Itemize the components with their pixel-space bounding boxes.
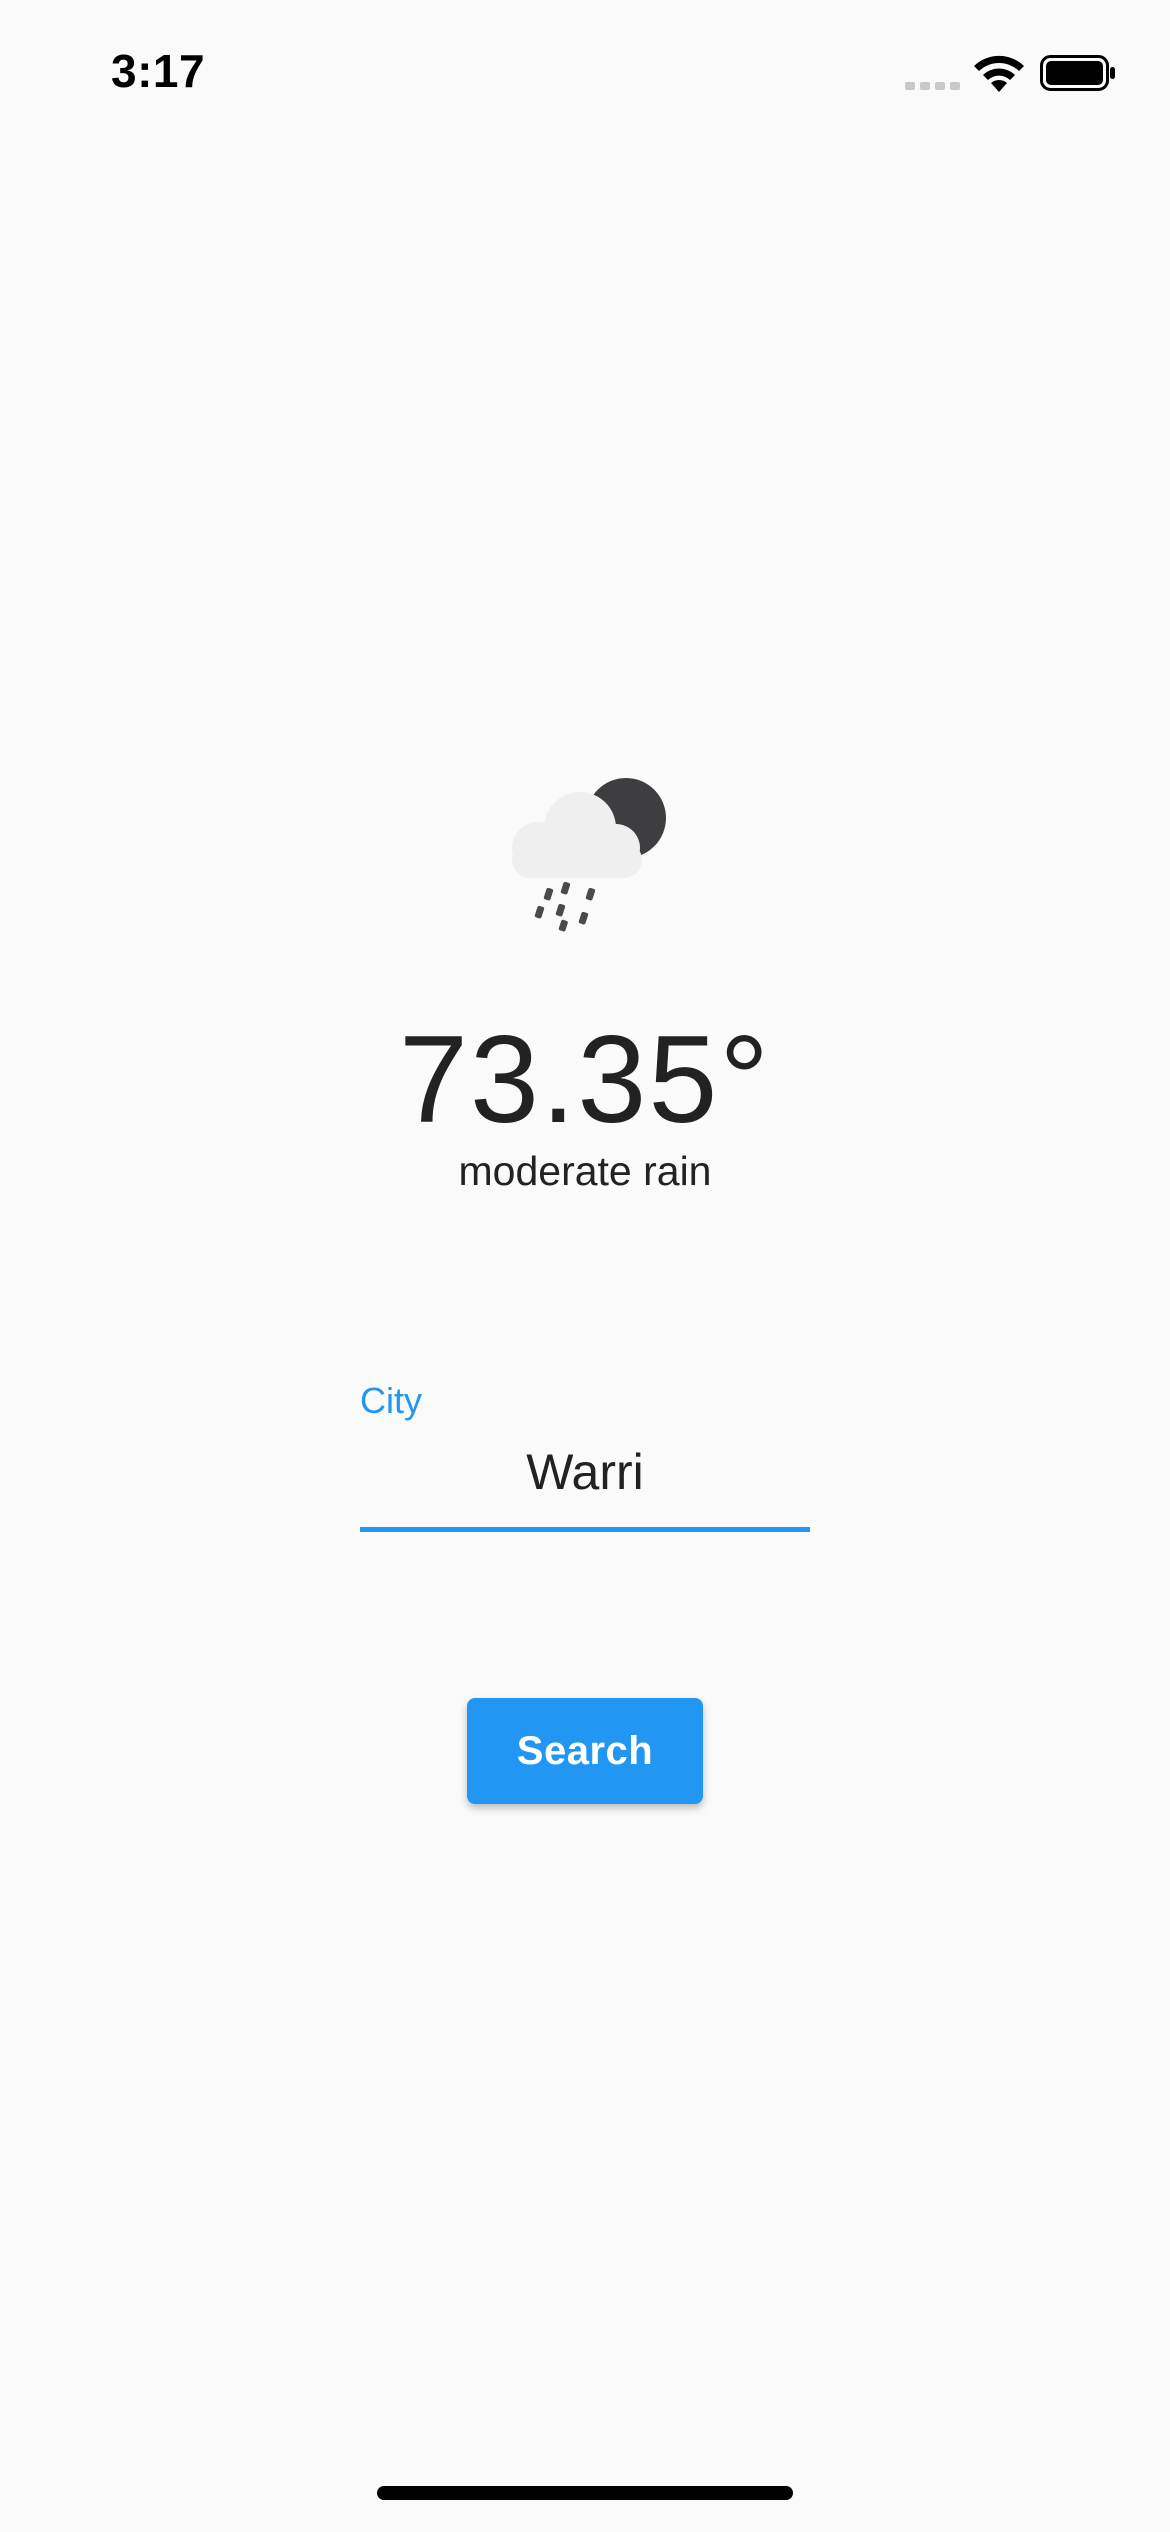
app-screen: 3:17 73.35° moderate rain City Warri Sea… (0, 0, 1170, 2532)
cellular-signal-icon (905, 82, 960, 90)
city-field[interactable]: City (360, 1380, 810, 1534)
city-label: City (360, 1380, 422, 1421)
wifi-icon (974, 55, 1024, 92)
cloud-rain-moon-icon (512, 778, 666, 932)
city-underline (360, 1527, 810, 1532)
weather-description: moderate rain (458, 1148, 712, 1194)
battery-icon (1040, 55, 1115, 91)
home-indicator[interactable] (377, 2486, 793, 2500)
status-time: 3:17 (111, 45, 206, 97)
city-input[interactable] (360, 1432, 810, 1512)
search-button[interactable]: Search (467, 1698, 703, 1804)
temperature-text: 73.35° (399, 1011, 771, 1149)
